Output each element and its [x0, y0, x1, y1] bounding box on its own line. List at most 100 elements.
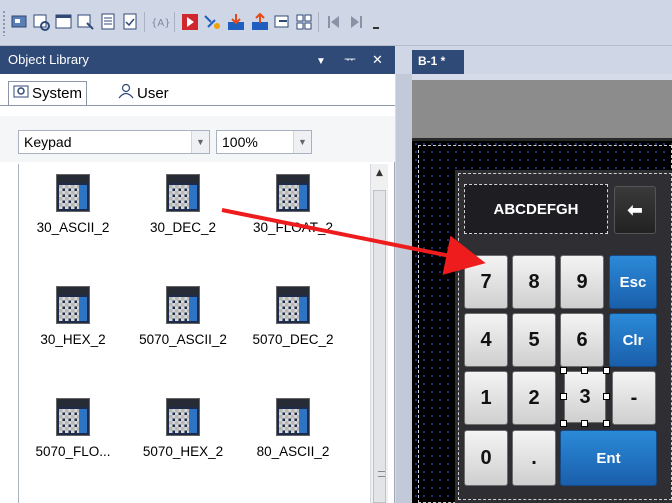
object-grid: 30_ASCII_2 30_DEC_2 30_FLOAT_2 30_HEX_2 …	[18, 164, 370, 503]
key-dot[interactable]: .	[512, 430, 556, 486]
library-item[interactable]: 5070_DEC_2	[239, 276, 347, 380]
editor-tab-strip: B-1 *	[396, 46, 672, 74]
library-item-label: 30_HEX_2	[40, 332, 106, 347]
chevron-down-icon[interactable]: ▼	[191, 131, 209, 153]
upload-icon[interactable]	[250, 11, 270, 33]
key-2[interactable]: 2	[512, 371, 556, 425]
keypad-thumbnail	[276, 398, 310, 436]
object-library-panel: Object Library ▼ ᅲ ✕ System User Keypad …	[0, 46, 395, 503]
library-tabs: System User	[0, 74, 395, 116]
keypad-thumbnail	[56, 174, 90, 212]
last-icon[interactable]	[346, 11, 366, 33]
keypad-thumbnail	[276, 174, 310, 212]
resize-handle[interactable]	[603, 420, 610, 427]
category-select[interactable]: Keypad ▼	[18, 130, 210, 154]
scroll-up-icon[interactable]: ▲	[371, 164, 388, 181]
panel-title: Object Library	[8, 52, 89, 67]
backspace-key[interactable]: ⬅	[614, 186, 656, 234]
library-item[interactable]: 30_ASCII_2	[19, 164, 127, 268]
key-1[interactable]: 1	[464, 371, 508, 425]
zoom-value: 100%	[222, 134, 258, 150]
library-item[interactable]: 80_ASCII_2	[239, 388, 347, 492]
key-8[interactable]: 8	[512, 255, 556, 309]
key-9[interactable]: 9	[560, 255, 604, 309]
close-icon[interactable]: ✕	[372, 52, 383, 68]
scroll-thumb[interactable]	[373, 190, 386, 503]
key-esc[interactable]: Esc	[609, 255, 657, 309]
editor-gutter	[396, 74, 412, 503]
library-item-label: 5070_ASCII_2	[139, 332, 227, 347]
run-icon[interactable]	[180, 11, 200, 33]
panel-title-bar: Object Library ▼ ᅲ ✕	[0, 46, 395, 74]
library-item[interactable]: 5070_FLO...	[19, 388, 127, 492]
keypad-thumbnail	[276, 286, 310, 324]
library-item-label: 80_ASCII_2	[256, 444, 330, 459]
editor-background	[412, 80, 672, 138]
library-item-label: 30_ASCII_2	[36, 220, 110, 235]
svg-text:{A}: {A}	[151, 18, 170, 29]
key-clr[interactable]: Clr	[609, 313, 657, 367]
chevron-down-icon[interactable]: ▼	[293, 131, 311, 153]
library-item-label: 5070_HEX_2	[142, 444, 224, 459]
library-item[interactable]: 5070_ASCII_2	[129, 276, 237, 380]
key-ent[interactable]: Ent	[560, 430, 657, 486]
selection-box	[563, 370, 607, 424]
resize-handle[interactable]	[560, 420, 567, 427]
keypad-thumbnail	[166, 174, 200, 212]
text-tag-icon[interactable]: {A}	[150, 11, 170, 33]
tabs-divider	[0, 105, 395, 106]
library-item[interactable]: 5070_HEX_2	[129, 388, 237, 492]
tab-user[interactable]: User	[114, 81, 173, 105]
grid-icon[interactable]	[294, 11, 314, 33]
key-4[interactable]: 4	[464, 313, 508, 367]
library-item-label: 30_FLOAT_2	[252, 220, 334, 235]
keypad-thumbnail	[166, 398, 200, 436]
toolbar-separator	[144, 12, 145, 32]
resize-handle[interactable]	[603, 367, 610, 374]
library-filters: Keypad ▼ 100% ▼	[0, 116, 395, 162]
tab-user-label: User	[137, 84, 169, 102]
main-toolbar: {A}	[0, 0, 672, 46]
keypad-thumbnail	[166, 286, 200, 324]
settings-icon[interactable]	[202, 11, 222, 33]
resize-handle[interactable]	[560, 367, 567, 374]
screen-icon[interactable]	[10, 11, 30, 33]
first-icon[interactable]	[324, 11, 344, 33]
resize-handle[interactable]	[603, 393, 610, 400]
library-item[interactable]: 30_HEX_2	[19, 276, 127, 380]
library-scrollbar[interactable]: ▲	[370, 164, 388, 503]
resize-handle[interactable]	[560, 393, 567, 400]
toolbar-grip[interactable]	[2, 10, 6, 36]
key-6[interactable]: 6	[560, 313, 604, 367]
key-0[interactable]: 0	[464, 430, 508, 486]
pin-icon[interactable]: ᅲ	[344, 52, 356, 68]
key-5[interactable]: 5	[512, 313, 556, 367]
tab-b1[interactable]: B-1 *	[412, 50, 464, 74]
find-icon[interactable]	[76, 11, 96, 33]
zoom-select[interactable]: 100% ▼	[216, 130, 312, 154]
window-icon[interactable]	[54, 11, 74, 33]
toolbar-overflow-icon[interactable]	[366, 11, 386, 33]
key-minus[interactable]: -	[612, 371, 656, 425]
object-icon[interactable]	[32, 11, 52, 33]
download-icon[interactable]	[226, 11, 246, 33]
check-icon[interactable]	[120, 11, 140, 33]
key-7[interactable]: 7	[464, 255, 508, 309]
list-icon[interactable]	[98, 11, 118, 33]
library-item[interactable]: 30_FLOAT_2	[239, 164, 347, 268]
library-item-label: 5070_DEC_2	[252, 332, 334, 347]
tab-system[interactable]: System	[8, 81, 88, 105]
keypad-thumbnail	[56, 286, 90, 324]
tab-system-label: System	[32, 85, 83, 102]
toolbar-separator	[318, 12, 319, 32]
user-icon	[118, 83, 134, 103]
hand-icon[interactable]	[272, 11, 292, 33]
library-item[interactable]: 30_DEC_2	[129, 164, 237, 268]
resize-handle[interactable]	[581, 420, 588, 427]
library-item-label: 30_DEC_2	[149, 220, 217, 235]
keypad-display[interactable]: ABCDEFGH	[464, 184, 608, 234]
panel-menu-icon[interactable]: ▼	[316, 54, 326, 70]
library-item-label: 5070_FLO...	[35, 444, 111, 459]
system-icon	[13, 84, 29, 104]
resize-handle[interactable]	[581, 367, 588, 374]
